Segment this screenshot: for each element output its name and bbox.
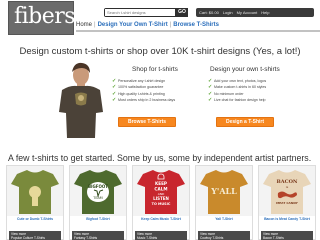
design-column: Design your own t-shirts ✓ Add your own t… — [206, 66, 296, 104]
shirt-art-line: LISTEN — [153, 196, 169, 201]
view-more-link[interactable]: View more Cowboy T-Shirts — [198, 231, 250, 240]
search-input[interactable] — [105, 9, 175, 16]
login-link[interactable]: Login — [223, 8, 233, 17]
view-more-link[interactable]: View more Fantasy T-Shirts — [72, 231, 124, 240]
check-icon: ✓ — [208, 97, 213, 104]
tshirt-card[interactable]: KEEP CALM AND LISTEN TO MUSIC Keep Calm … — [132, 165, 190, 240]
tshirt-card-title[interactable]: Yall T-Shirt — [196, 217, 252, 221]
tshirt-card-title[interactable]: Bigfoot T-Shirt — [70, 217, 126, 221]
tshirt-image[interactable]: BACON is MEAT CANDY — [259, 166, 315, 216]
list-item: ✓ Live chat for fashion design help — [208, 97, 266, 104]
shop-column: Shop for t-shirts ✓ Personalize any t-shi… — [110, 66, 200, 104]
site-logo[interactable]: fibers — [8, 1, 76, 35]
design-benefits-list: ✓ Add your own text, photos, logos ✓ Make … — [206, 78, 296, 104]
design-tshirt-button[interactable]: Design a T-Shirt — [216, 117, 274, 127]
tshirt-card[interactable]: BIGFOOT TEAM Bigfoot T-Shirt View more Fa… — [69, 165, 127, 240]
shop-column-title: Shop for t-shirts — [132, 66, 178, 73]
model-photo — [59, 62, 103, 138]
help-link[interactable]: Help — [261, 8, 269, 17]
cart-link[interactable]: Cart: $0.00 — [199, 8, 219, 17]
tshirt-card[interactable]: BACON is MEAT CANDY Bacon is Meat Candy … — [258, 165, 316, 240]
shirt-art-text: BIGFOOT — [88, 184, 108, 189]
tshirt-card-title[interactable]: Bacon is Meat Candy T-Shirt — [259, 217, 315, 221]
nav-browse[interactable]: Browse T-Shirts — [173, 22, 219, 28]
nav-home[interactable]: Home — [76, 22, 92, 28]
shirt-art-line: KEEP — [155, 181, 167, 186]
search-bar: GO — [104, 8, 188, 17]
tshirt-card[interactable]: Y'ALL Yall T-Shirt View more Cowboy T-Shi… — [195, 165, 253, 240]
view-more-link[interactable]: View more Popular Culture T-Shirts — [9, 231, 61, 240]
tshirt-image[interactable] — [7, 166, 63, 216]
tshirt-card-grid: Cute or Dumb T-Shirts View more Popular C… — [6, 165, 318, 240]
my-account-link[interactable]: My Account — [237, 8, 258, 17]
design-column-title: Design your own t-shirts — [210, 66, 280, 73]
nav-design-own[interactable]: Design Your Own T-Shirt — [98, 22, 168, 28]
shirt-art-line: CALM — [154, 187, 167, 192]
search-go-button[interactable]: GO — [176, 8, 188, 17]
view-more-link[interactable]: View more Bacon T-Shirts — [261, 231, 313, 240]
shirt-art-line: TO MUSIC — [152, 202, 171, 206]
tshirt-card-title[interactable]: Cute or Dumb T-Shirts — [7, 217, 63, 221]
shirt-art-subtext: TEAM — [92, 196, 103, 200]
section-title: A few t-shirts to get started. Some by u… — [8, 153, 312, 163]
page-headline: Design custom t-shirts or shop over 10K … — [19, 46, 301, 57]
shop-benefits-list: ✓ Personalize any t-shirt design ✓ 100% sa… — [110, 78, 200, 104]
tshirt-image[interactable]: BIGFOOT TEAM — [70, 166, 126, 216]
tshirt-image[interactable]: Y'ALL — [196, 166, 252, 216]
browse-tshirts-button[interactable]: Browse T-Shirts — [118, 117, 176, 127]
user-links-bar: Cart: $0.00 Login My Account Help — [196, 8, 314, 17]
tshirt-card-title[interactable]: Keep Calm Music T-Shirt — [133, 217, 189, 221]
tshirt-image[interactable]: KEEP CALM AND LISTEN TO MUSIC — [133, 166, 189, 216]
view-more-link[interactable]: View more Music T-Shirts — [135, 231, 187, 240]
list-item: ✓ Most orders ship in 2 business days — [112, 97, 176, 104]
shirt-art-line: MEAT CANDY — [276, 201, 299, 205]
check-icon: ✓ — [112, 97, 117, 104]
shirt-art-text: Y'ALL — [210, 186, 237, 196]
tshirt-card[interactable]: Cute or Dumb T-Shirts View more Popular C… — [6, 165, 64, 240]
main-nav: Home | Design Your Own T-Shirt | Browse T-Sh… — [76, 20, 320, 32]
